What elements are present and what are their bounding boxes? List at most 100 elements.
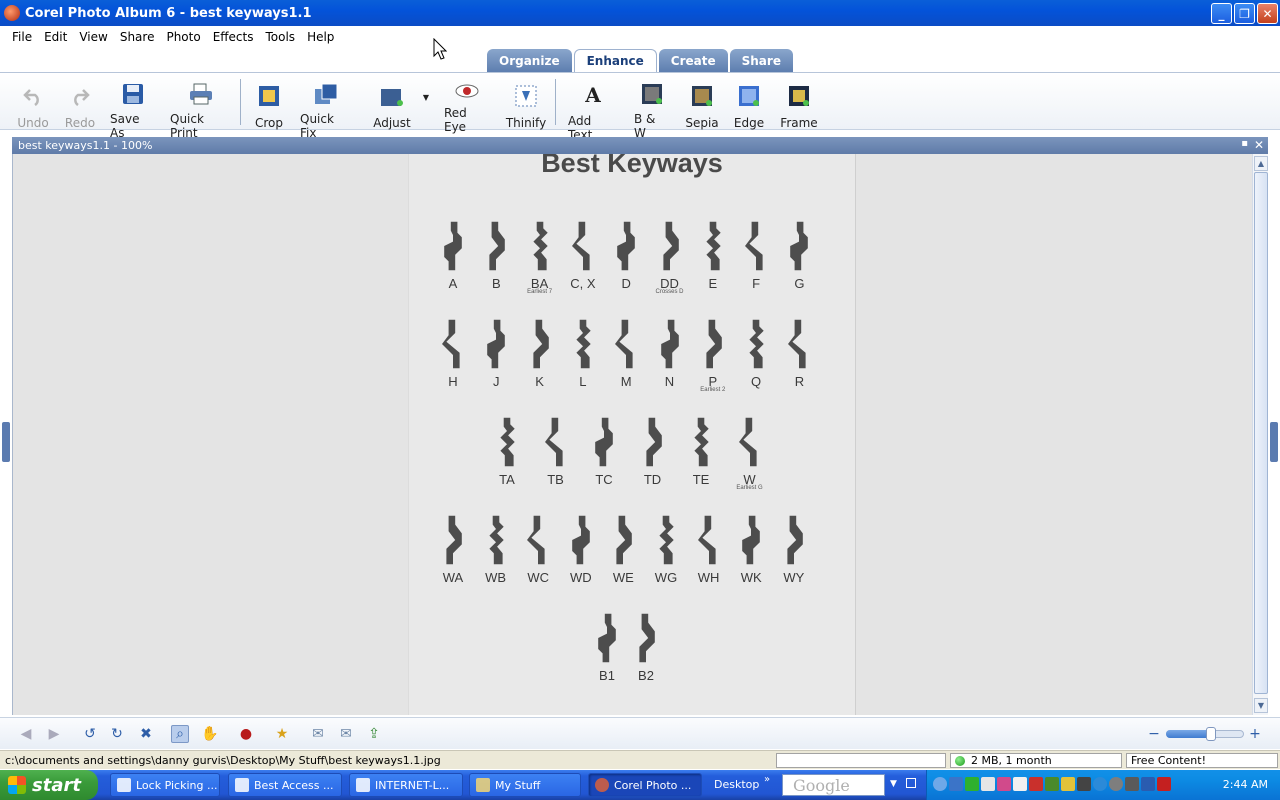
taskbar-item-label: Corel Photo ...	[614, 778, 692, 792]
star-rating-icon[interactable]: ★	[273, 725, 291, 743]
frame-button[interactable]: Frame	[780, 73, 818, 131]
minimize-button[interactable]: _	[1211, 3, 1232, 24]
red-eye-button[interactable]: Red Eye	[444, 73, 490, 134]
taskbar-item-internet[interactable]: INTERNET-L...	[349, 773, 463, 797]
left-panel-grip[interactable]	[2, 422, 10, 462]
tray-app-icon[interactable]	[1013, 777, 1027, 791]
sepia-button[interactable]: Sepia	[684, 73, 720, 131]
taskbar-item-lock-picking[interactable]: Lock Picking ...	[110, 773, 220, 797]
keyway-item: WC	[518, 514, 558, 585]
vertical-scrollbar[interactable]: ▲ ▼	[1252, 154, 1268, 715]
menu-edit[interactable]: Edit	[38, 30, 73, 44]
menu-share[interactable]: Share	[114, 30, 161, 44]
zoom-out-icon[interactable]: −	[1145, 725, 1163, 743]
quick-print-label: Quick Print	[170, 112, 204, 140]
desktop-toolbar-label[interactable]: Desktop	[714, 778, 759, 791]
quick-fix-label: Quick Fix	[300, 112, 334, 140]
keyway-profile-icon	[595, 417, 613, 467]
frame-label: Frame	[780, 116, 818, 130]
thinify-button[interactable]: Thinify	[506, 73, 546, 131]
window-title: Corel Photo Album 6 - best keyways1.1	[25, 5, 312, 21]
next-icon[interactable]: ▶	[45, 725, 63, 743]
keyway-item: TC	[584, 416, 624, 487]
email-icon[interactable]: ✉	[309, 725, 327, 743]
tray-app-icon[interactable]	[1061, 777, 1075, 791]
tray-app-icon[interactable]	[1157, 777, 1171, 791]
add-text-button[interactable]: A Add Text	[568, 73, 618, 142]
previous-icon[interactable]: ◀	[17, 725, 35, 743]
menu-view[interactable]: View	[73, 30, 113, 44]
tray-app-icon[interactable]	[997, 777, 1011, 791]
black-white-button[interactable]: B & W	[634, 73, 670, 140]
delete-icon[interactable]: ✖	[137, 725, 155, 743]
menu-photo[interactable]: Photo	[160, 30, 206, 44]
quick-fix-button[interactable]: Quick Fix	[300, 73, 352, 140]
tray-app-icon[interactable]	[1125, 777, 1139, 791]
tray-signal-icon[interactable]	[965, 777, 979, 791]
tab-share[interactable]: Share	[729, 49, 793, 72]
tray-app-icon[interactable]	[1093, 777, 1107, 791]
taskbar-item-corel[interactable]: Corel Photo ...	[588, 773, 702, 797]
save-as-button[interactable]: Save As	[110, 73, 156, 140]
photo-canvas[interactable]: Best Keyways A B BA Earliest 7 C, X D DD Crosse…	[12, 154, 1252, 715]
crop-button[interactable]: Crop	[252, 73, 286, 131]
tray-app-icon[interactable]	[1045, 777, 1059, 791]
taskbar-item-my-stuff[interactable]: My Stuff	[469, 773, 581, 797]
tray-app-icon[interactable]	[1029, 777, 1043, 791]
rotate-left-icon[interactable]: ↺	[81, 725, 99, 743]
zoom-icon[interactable]: ⌕	[171, 725, 189, 743]
zoom-slider-knob[interactable]	[1206, 727, 1216, 741]
rotate-right-icon[interactable]: ↻	[108, 725, 126, 743]
menu-bar: File Edit View Share Photo Effects Tools…	[0, 26, 1280, 48]
right-panel-grip[interactable]	[1270, 422, 1278, 462]
keyway-item: TE	[681, 416, 721, 487]
red-eye-tool-icon[interactable]: ●	[237, 725, 255, 743]
tray-network-icon[interactable]	[949, 777, 963, 791]
clock[interactable]: 2:44 AM	[1223, 778, 1268, 791]
tray-app-icon[interactable]	[1109, 777, 1123, 791]
tray-app-icon[interactable]	[1077, 777, 1091, 791]
document-tab: best keyways1.1 - 100% ▪ ✕	[12, 137, 1268, 154]
menu-effects[interactable]: Effects	[207, 30, 260, 44]
edge-button[interactable]: Edge	[732, 73, 766, 131]
zoom-in-icon[interactable]: +	[1246, 725, 1264, 743]
google-search-box[interactable]: Google	[782, 774, 885, 796]
keyway-label: F	[752, 276, 761, 291]
upload-icon[interactable]: ⇪	[365, 725, 383, 743]
free-content-link[interactable]: Free Content!	[1126, 753, 1278, 768]
menu-tools[interactable]: Tools	[260, 30, 302, 44]
pin-icon[interactable]: ▪	[1241, 138, 1248, 149]
show-desktop-icon[interactable]	[906, 778, 916, 788]
keyway-profile-icon	[617, 221, 635, 271]
corel-app-icon[interactable]	[4, 5, 20, 21]
undo-button[interactable]: Undo	[14, 73, 52, 131]
adjust-dropdown-arrow[interactable]: ▼	[420, 73, 432, 131]
redo-button[interactable]: Redo	[62, 73, 98, 131]
share-email-icon[interactable]: ✉	[337, 725, 355, 743]
quick-print-button[interactable]: Quick Print	[170, 73, 232, 140]
hand-pan-icon[interactable]: ✋	[201, 725, 219, 743]
scroll-down-arrow[interactable]: ▼	[1254, 698, 1268, 713]
adjust-button[interactable]: Adjust	[370, 73, 414, 131]
keyway-label: N	[664, 374, 675, 389]
close-icon[interactable]: ✕	[1254, 138, 1264, 152]
menu-help[interactable]: Help	[301, 30, 340, 44]
tray-back-icon[interactable]	[933, 777, 947, 791]
taskbar-item-best-access[interactable]: Best Access ...	[228, 773, 342, 797]
zoom-slider[interactable]	[1166, 727, 1244, 741]
tab-enhance[interactable]: Enhance	[573, 49, 657, 72]
keyway-item: B1	[587, 612, 627, 683]
scroll-up-arrow[interactable]: ▲	[1254, 156, 1268, 171]
scroll-thumb[interactable]	[1254, 172, 1268, 694]
restore-button[interactable]: ❐	[1234, 3, 1255, 24]
tray-app-icon[interactable]	[981, 777, 995, 791]
tray-app-icon[interactable]	[1141, 777, 1155, 791]
tab-create[interactable]: Create	[658, 49, 728, 72]
start-button[interactable]: start	[0, 770, 98, 800]
tab-organize[interactable]: Organize	[487, 49, 572, 72]
menu-file[interactable]: File	[6, 30, 38, 44]
redo-label: Redo	[64, 116, 96, 130]
search-dropdown-icon[interactable]: ▼	[890, 779, 897, 789]
chevron-right-icon[interactable]: »	[764, 774, 770, 785]
close-button[interactable]: ✕	[1257, 3, 1278, 24]
